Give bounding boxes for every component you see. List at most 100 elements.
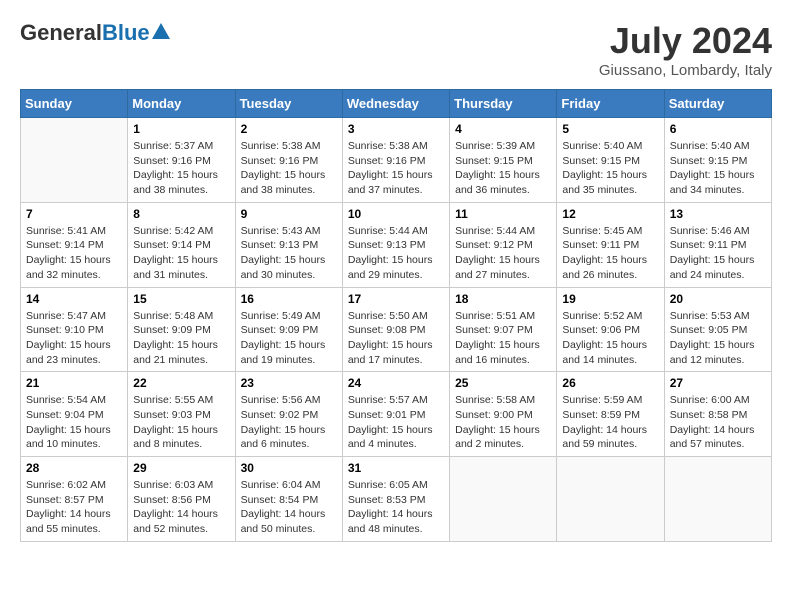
day-info: Sunrise: 6:02 AM Sunset: 8:57 PM Dayligh… bbox=[26, 478, 122, 537]
calendar-cell: 16 Sunrise: 5:49 AM Sunset: 9:09 PM Dayli… bbox=[235, 287, 342, 372]
day-info: Sunrise: 5:41 AM Sunset: 9:14 PM Dayligh… bbox=[26, 224, 122, 283]
day-info: Sunrise: 5:44 AM Sunset: 9:12 PM Dayligh… bbox=[455, 224, 551, 283]
day-number: 5 bbox=[562, 122, 658, 136]
day-info: Sunrise: 5:46 AM Sunset: 9:11 PM Dayligh… bbox=[670, 224, 766, 283]
calendar-cell: 18 Sunrise: 5:51 AM Sunset: 9:07 PM Dayli… bbox=[450, 287, 557, 372]
weekday-header: Wednesday bbox=[342, 90, 449, 118]
calendar-cell: 30 Sunrise: 6:04 AM Sunset: 8:54 PM Dayli… bbox=[235, 457, 342, 542]
calendar-cell: 8 Sunrise: 5:42 AM Sunset: 9:14 PM Daylig… bbox=[128, 202, 235, 287]
calendar-cell: 1Sunrise: 5:37 AM Sunset: 9:16 PM Daylig… bbox=[128, 118, 235, 203]
day-number: 26 bbox=[562, 376, 658, 390]
calendar-cell: 6 Sunrise: 5:40 AM Sunset: 9:15 PM Daylig… bbox=[664, 118, 771, 203]
day-info: Sunrise: 5:58 AM Sunset: 9:00 PM Dayligh… bbox=[455, 393, 551, 452]
day-info: Sunrise: 5:45 AM Sunset: 9:11 PM Dayligh… bbox=[562, 224, 658, 283]
calendar-table: SundayMondayTuesdayWednesdayThursdayFrid… bbox=[20, 89, 772, 542]
weekday-header: Monday bbox=[128, 90, 235, 118]
calendar-cell: 24 Sunrise: 5:57 AM Sunset: 9:01 PM Dayli… bbox=[342, 372, 449, 457]
day-info: Sunrise: 5:52 AM Sunset: 9:06 PM Dayligh… bbox=[562, 309, 658, 368]
day-number: 6 bbox=[670, 122, 766, 136]
calendar-cell: 10 Sunrise: 5:44 AM Sunset: 9:13 PM Dayli… bbox=[342, 202, 449, 287]
calendar-week-row: 14 Sunrise: 5:47 AM Sunset: 9:10 PM Dayli… bbox=[21, 287, 772, 372]
day-number: 9 bbox=[241, 207, 337, 221]
weekday-header: Friday bbox=[557, 90, 664, 118]
calendar-week-row: 21 Sunrise: 5:54 AM Sunset: 9:04 PM Dayli… bbox=[21, 372, 772, 457]
day-info: Sunrise: 5:40 AM Sunset: 9:15 PM Dayligh… bbox=[670, 139, 766, 198]
day-info: Sunrise: 5:53 AM Sunset: 9:05 PM Dayligh… bbox=[670, 309, 766, 368]
day-info: Sunrise: 5:48 AM Sunset: 9:09 PM Dayligh… bbox=[133, 309, 229, 368]
day-info: Sunrise: 5:38 AM Sunset: 9:16 PM Dayligh… bbox=[348, 139, 444, 198]
day-number: 22 bbox=[133, 376, 229, 390]
day-number: 14 bbox=[26, 292, 122, 306]
day-info: Sunrise: 5:51 AM Sunset: 9:07 PM Dayligh… bbox=[455, 309, 551, 368]
day-number: 30 bbox=[241, 461, 337, 475]
day-number: 2 bbox=[241, 122, 337, 136]
day-info: Sunrise: 5:43 AM Sunset: 9:13 PM Dayligh… bbox=[241, 224, 337, 283]
day-info: Sunrise: 5:49 AM Sunset: 9:09 PM Dayligh… bbox=[241, 309, 337, 368]
calendar-week-row: 7 Sunrise: 5:41 AM Sunset: 9:14 PM Daylig… bbox=[21, 202, 772, 287]
day-number: 12 bbox=[562, 207, 658, 221]
day-number: 4 bbox=[455, 122, 551, 136]
day-info: Sunrise: 5:56 AM Sunset: 9:02 PM Dayligh… bbox=[241, 393, 337, 452]
day-info: Sunrise: 5:59 AM Sunset: 8:59 PM Dayligh… bbox=[562, 393, 658, 452]
calendar-cell: 28 Sunrise: 6:02 AM Sunset: 8:57 PM Dayli… bbox=[21, 457, 128, 542]
calendar-cell bbox=[21, 118, 128, 203]
day-number: 27 bbox=[670, 376, 766, 390]
logo-blue-text: Blue bbox=[102, 20, 150, 46]
day-info: Sunrise: 5:57 AM Sunset: 9:01 PM Dayligh… bbox=[348, 393, 444, 452]
weekday-header: Thursday bbox=[450, 90, 557, 118]
calendar-header-row: SundayMondayTuesdayWednesdayThursdayFrid… bbox=[21, 90, 772, 118]
day-info: Sunrise: 5:39 AM Sunset: 9:15 PM Dayligh… bbox=[455, 139, 551, 198]
day-number: 29 bbox=[133, 461, 229, 475]
day-info: Sunrise: 5:50 AM Sunset: 9:08 PM Dayligh… bbox=[348, 309, 444, 368]
day-number: 10 bbox=[348, 207, 444, 221]
weekday-header: Saturday bbox=[664, 90, 771, 118]
calendar-cell: 21 Sunrise: 5:54 AM Sunset: 9:04 PM Dayli… bbox=[21, 372, 128, 457]
calendar-cell: 26 Sunrise: 5:59 AM Sunset: 8:59 PM Dayli… bbox=[557, 372, 664, 457]
day-number: 1 bbox=[133, 122, 229, 136]
calendar-cell: 4 Sunrise: 5:39 AM Sunset: 9:15 PM Daylig… bbox=[450, 118, 557, 203]
day-number: 8 bbox=[133, 207, 229, 221]
day-info: Sunrise: 6:05 AM Sunset: 8:53 PM Dayligh… bbox=[348, 478, 444, 537]
calendar-cell: 13Sunrise: 5:46 AM Sunset: 9:11 PM Dayli… bbox=[664, 202, 771, 287]
logo-general-text: General bbox=[20, 20, 102, 46]
day-number: 23 bbox=[241, 376, 337, 390]
day-info: Sunrise: 5:55 AM Sunset: 9:03 PM Dayligh… bbox=[133, 393, 229, 452]
day-number: 11 bbox=[455, 207, 551, 221]
month-year-title: July 2024 bbox=[599, 20, 772, 62]
day-number: 7 bbox=[26, 207, 122, 221]
calendar-cell: 22 Sunrise: 5:55 AM Sunset: 9:03 PM Dayli… bbox=[128, 372, 235, 457]
calendar-cell: 25 Sunrise: 5:58 AM Sunset: 9:00 PM Dayli… bbox=[450, 372, 557, 457]
day-number: 31 bbox=[348, 461, 444, 475]
calendar-cell: 17Sunrise: 5:50 AM Sunset: 9:08 PM Dayli… bbox=[342, 287, 449, 372]
day-info: Sunrise: 6:04 AM Sunset: 8:54 PM Dayligh… bbox=[241, 478, 337, 537]
day-number: 24 bbox=[348, 376, 444, 390]
logo: General Blue bbox=[20, 20, 170, 46]
day-number: 15 bbox=[133, 292, 229, 306]
day-info: Sunrise: 5:42 AM Sunset: 9:14 PM Dayligh… bbox=[133, 224, 229, 283]
day-info: Sunrise: 6:03 AM Sunset: 8:56 PM Dayligh… bbox=[133, 478, 229, 537]
calendar-cell: 31 Sunrise: 6:05 AM Sunset: 8:53 PM Dayli… bbox=[342, 457, 449, 542]
page-header: General Blue July 2024 Giussano, Lombard… bbox=[20, 20, 772, 79]
calendar-week-row: 1Sunrise: 5:37 AM Sunset: 9:16 PM Daylig… bbox=[21, 118, 772, 203]
calendar-cell: 23 Sunrise: 5:56 AM Sunset: 9:02 PM Dayli… bbox=[235, 372, 342, 457]
day-number: 21 bbox=[26, 376, 122, 390]
calendar-cell: 2Sunrise: 5:38 AM Sunset: 9:16 PM Daylig… bbox=[235, 118, 342, 203]
day-number: 25 bbox=[455, 376, 551, 390]
day-number: 18 bbox=[455, 292, 551, 306]
calendar-cell: 20Sunrise: 5:53 AM Sunset: 9:05 PM Dayli… bbox=[664, 287, 771, 372]
calendar-cell: 12 Sunrise: 5:45 AM Sunset: 9:11 PM Dayli… bbox=[557, 202, 664, 287]
calendar-week-row: 28 Sunrise: 6:02 AM Sunset: 8:57 PM Dayli… bbox=[21, 457, 772, 542]
day-info: Sunrise: 5:54 AM Sunset: 9:04 PM Dayligh… bbox=[26, 393, 122, 452]
calendar-cell: 19Sunrise: 5:52 AM Sunset: 9:06 PM Dayli… bbox=[557, 287, 664, 372]
calendar-cell: 15 Sunrise: 5:48 AM Sunset: 9:09 PM Dayli… bbox=[128, 287, 235, 372]
calendar-cell bbox=[557, 457, 664, 542]
day-number: 16 bbox=[241, 292, 337, 306]
calendar-cell: 9 Sunrise: 5:43 AM Sunset: 9:13 PM Daylig… bbox=[235, 202, 342, 287]
day-number: 28 bbox=[26, 461, 122, 475]
day-info: Sunrise: 5:47 AM Sunset: 9:10 PM Dayligh… bbox=[26, 309, 122, 368]
day-info: Sunrise: 5:44 AM Sunset: 9:13 PM Dayligh… bbox=[348, 224, 444, 283]
weekday-header: Sunday bbox=[21, 90, 128, 118]
calendar-cell bbox=[664, 457, 771, 542]
day-number: 3 bbox=[348, 122, 444, 136]
calendar-cell: 7 Sunrise: 5:41 AM Sunset: 9:14 PM Daylig… bbox=[21, 202, 128, 287]
